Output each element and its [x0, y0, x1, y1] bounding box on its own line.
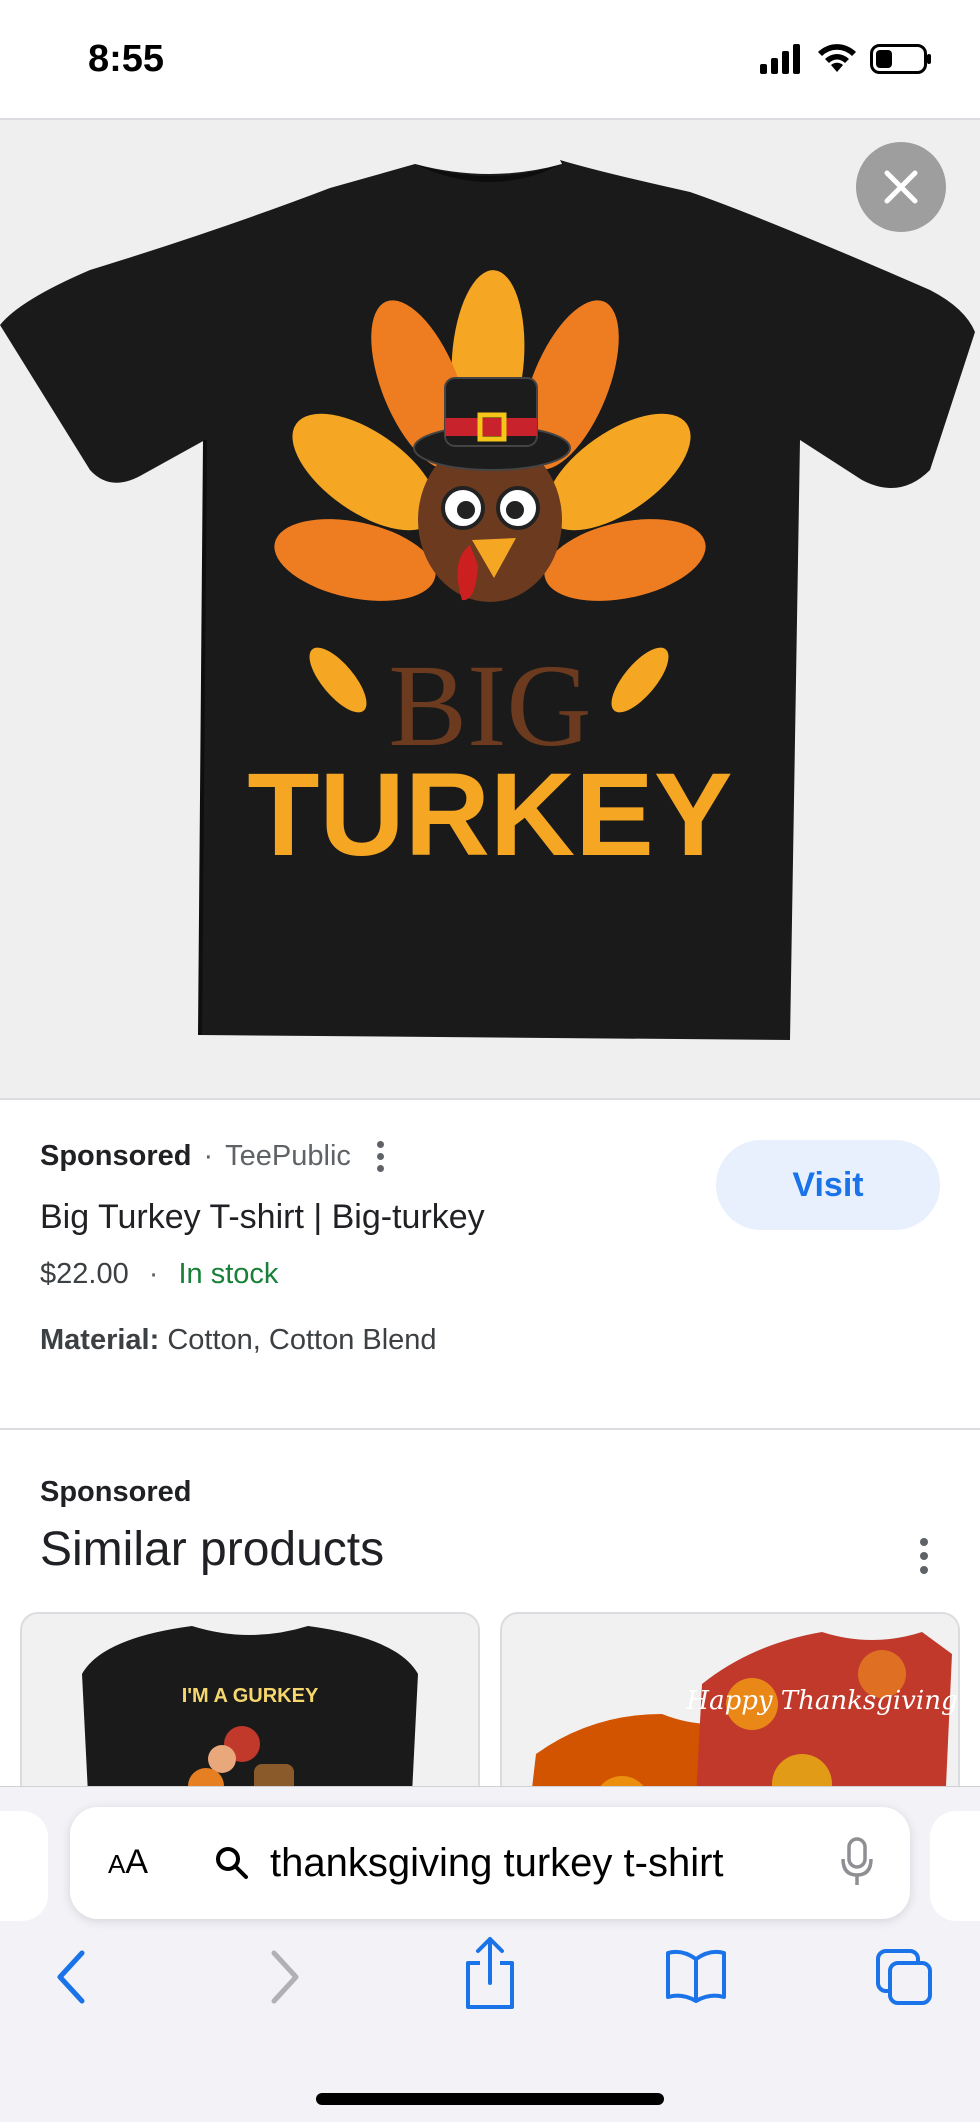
tabs-icon[interactable] — [874, 1947, 934, 2007]
previous-tab-preview[interactable] — [0, 1811, 48, 1921]
tshirt-image: BIG TURKEY — [0, 160, 975, 1040]
sponsored-label: Sponsored — [40, 1140, 192, 1172]
visit-button[interactable]: Visit — [716, 1140, 940, 1230]
material-line: Material: Cotton, Cotton Blend — [40, 1324, 437, 1357]
similar-products-heading: Similar products — [40, 1523, 385, 1576]
cellular-signal-icon — [760, 44, 800, 74]
similar-more-options-icon[interactable] — [920, 1538, 928, 1574]
product-title[interactable]: Big Turkey T-shirt | Big-turkey — [40, 1198, 485, 1237]
back-icon[interactable] — [52, 1947, 92, 2007]
battery-icon — [870, 44, 931, 74]
address-text[interactable]: thanksgiving turkey t-shirt — [270, 1841, 724, 1886]
merchant-name[interactable]: TeePublic — [225, 1140, 351, 1173]
aa-small-glyph: A — [108, 1849, 126, 1879]
address-bar[interactable]: AA thanksgiving turkey t-shirt — [70, 1807, 910, 1919]
status-bar: 8:55 — [0, 0, 980, 120]
card-shirt-text: Happy Thanksgiving — [685, 1686, 957, 1716]
price-line: $22.00 · In stock — [40, 1258, 278, 1291]
aa-large-glyph: A — [125, 1843, 149, 1881]
material-value: Cotton, Cotton Blend — [159, 1324, 437, 1356]
meta-separator: · — [203, 1140, 214, 1172]
stock-status: In stock — [178, 1258, 279, 1290]
status-icons — [760, 44, 932, 74]
close-button[interactable] — [856, 142, 946, 232]
wifi-icon — [818, 44, 856, 72]
share-icon[interactable] — [462, 1935, 518, 2011]
browser-toolbar — [0, 1937, 980, 2047]
browser-bottom-bar: AA thanksgiving turkey t-shirt — [0, 1786, 980, 2122]
home-indicator — [316, 2093, 664, 2105]
product-price: $22.00 — [40, 1258, 129, 1290]
next-tab-preview[interactable] — [930, 1811, 980, 1921]
card-shirt-text: I'M A GURKEY — [182, 1685, 319, 1707]
microphone-icon[interactable] — [840, 1837, 874, 1887]
product-info: Sponsored · TeePublic Big Turkey T-shirt… — [0, 1100, 980, 1430]
search-icon — [216, 1847, 248, 1879]
product-meta: Sponsored · TeePublic — [40, 1140, 384, 1173]
shirt-text-turkey: TURKEY — [247, 749, 732, 881]
reader-options-button[interactable]: AA — [108, 1843, 148, 1882]
close-icon — [884, 170, 918, 204]
price-separator: · — [148, 1258, 159, 1290]
similar-products-section: Sponsored Similar products I'M A GURKEY … — [0, 1430, 980, 1876]
material-label: Material: — [40, 1324, 160, 1356]
bookmarks-icon[interactable] — [664, 1947, 728, 2003]
forward-icon[interactable] — [264, 1947, 304, 2007]
similar-sponsored-label: Sponsored — [40, 1476, 192, 1508]
status-time: 8:55 — [88, 38, 165, 80]
product-image[interactable]: BIG TURKEY — [0, 120, 980, 1100]
more-options-icon[interactable] — [376, 1141, 384, 1172]
